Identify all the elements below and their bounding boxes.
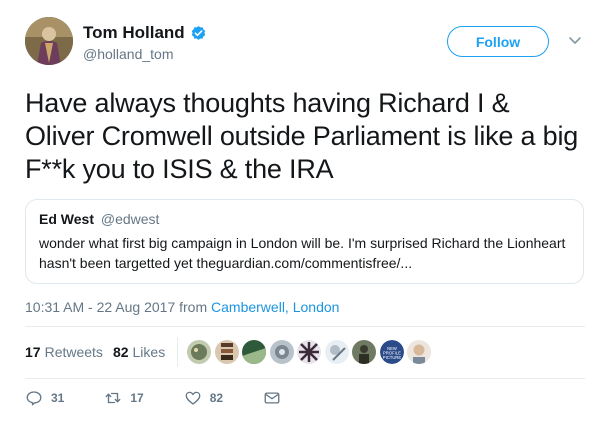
- tweet-stats: 17 Retweets 82 Likes: [25, 344, 165, 360]
- like-button[interactable]: 82: [184, 389, 223, 407]
- heart-icon: [185, 391, 201, 405]
- liker-avatar-5[interactable]: [297, 340, 321, 364]
- reply-count: 31: [51, 391, 65, 405]
- tweet-text: Have always thoughts having Richard I & …: [25, 88, 579, 184]
- direct-message-button[interactable]: [263, 389, 281, 407]
- quoted-author-handle: @edwest: [100, 211, 160, 227]
- envelope-icon: [264, 392, 280, 404]
- quoted-tweet-text: wonder what first big campaign in London…: [39, 235, 566, 271]
- retweets-label: Retweets: [44, 344, 103, 360]
- retweet-icon: [105, 392, 121, 404]
- tweet-metadata: 10:31 AM - 22 Aug 2017 from Camberwell, …: [25, 299, 339, 315]
- author-name[interactable]: Tom Holland: [83, 23, 185, 43]
- likers-avatar-list: NEW PROFILE PICTURE: [187, 340, 435, 364]
- verified-badge-icon: [191, 25, 205, 40]
- like-count: 82: [209, 391, 224, 405]
- quoted-author-name: Ed West: [39, 211, 94, 227]
- stats-separator: [177, 337, 178, 367]
- tweet-timestamp[interactable]: 10:31 AM - 22 Aug 2017 from: [25, 299, 211, 315]
- tweet-location-link[interactable]: Camberwell, London: [211, 299, 339, 315]
- divider: [25, 326, 585, 327]
- reply-button[interactable]: 31: [25, 389, 64, 407]
- chevron-down-icon[interactable]: [568, 36, 582, 46]
- tweet-actions: 31 17 82: [25, 389, 281, 407]
- liker-avatar-9[interactable]: [407, 340, 431, 364]
- author-name-row: Tom Holland: [83, 23, 207, 43]
- liker-avatar-1[interactable]: [187, 340, 211, 364]
- liker-avatar-3[interactable]: [242, 340, 266, 364]
- follow-button[interactable]: Follow: [447, 26, 549, 57]
- avatar-image: [25, 17, 73, 65]
- divider: [25, 378, 585, 379]
- quoted-tweet-header: Ed West @edwest: [39, 211, 570, 227]
- liker-avatar-7[interactable]: [352, 340, 376, 364]
- author-handle[interactable]: @holland_tom: [83, 46, 174, 62]
- liker-avatar-8[interactable]: NEW PROFILE PICTURE: [379, 340, 404, 364]
- author-avatar[interactable]: [25, 17, 73, 65]
- retweets-stat[interactable]: 17 Retweets: [25, 344, 103, 360]
- retweet-count: 17: [130, 391, 144, 405]
- liker-avatar-2[interactable]: [214, 340, 239, 364]
- likes-label: Likes: [132, 344, 166, 360]
- liker-avatar-6[interactable]: [324, 340, 349, 364]
- retweet-button[interactable]: 17: [104, 389, 144, 407]
- likes-stat[interactable]: 82 Likes: [113, 344, 165, 360]
- quoted-tweet[interactable]: Ed West @edwest wonder what first big ca…: [25, 199, 584, 284]
- liker-badge-text-line-3: PICTURE: [382, 355, 401, 360]
- reply-icon: [26, 391, 42, 406]
- likes-count: 82: [112, 344, 129, 360]
- liker-avatar-4[interactable]: [269, 340, 294, 364]
- retweets-count: 17: [25, 344, 41, 360]
